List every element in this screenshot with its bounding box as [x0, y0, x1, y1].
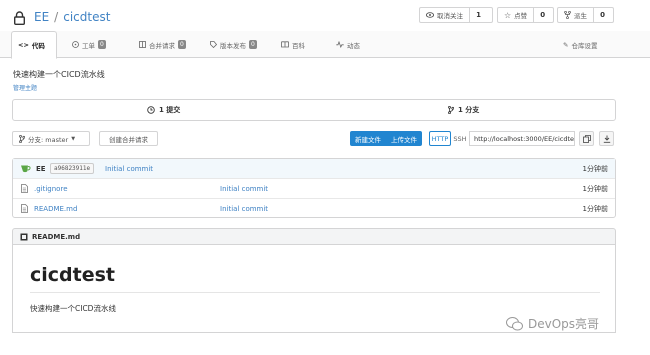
repo-stats-bar: 1 提交 1 分支	[12, 99, 616, 121]
file-icon	[21, 199, 28, 218]
tab-settings[interactable]: ✎ 仓库设置	[557, 31, 603, 58]
tab-pull-requests[interactable]: 合并请求 0	[133, 31, 192, 58]
unwatch-button[interactable]: 取消关注	[420, 8, 469, 22]
star-label: 点赞	[514, 12, 528, 20]
tab-wiki-label: 百科	[292, 41, 305, 50]
caret-down-icon: ▼	[71, 135, 76, 142]
copy-icon	[582, 134, 591, 143]
unwatch-label: 取消关注	[437, 12, 463, 20]
watermark: DevOps亮哥	[506, 315, 599, 332]
file-table: EE a96823911e Initial commit 1分钟前 .gitig…	[12, 158, 616, 218]
star-count[interactable]: 0	[533, 8, 551, 22]
readme-divider	[30, 292, 600, 293]
star-button[interactable]: ☆ 点赞	[498, 8, 533, 22]
tab-activity[interactable]: 动态	[330, 31, 366, 58]
eye-icon	[426, 12, 434, 18]
repo-description: 快速构建一个CICD流水线	[13, 70, 105, 79]
lock-icon	[14, 11, 25, 25]
fork-group: 派生 0	[557, 7, 614, 23]
issue-icon	[72, 41, 79, 48]
file-commit-time: 1分钟前	[582, 204, 608, 213]
issues-count-badge: 0	[98, 40, 106, 49]
branch-icon	[448, 106, 454, 114]
clone-url-input[interactable]: http://localhost:3000/EE/cicdtest.git	[469, 131, 575, 146]
tab-activity-label: 动态	[347, 41, 360, 50]
commit-sha-cell: a96823911e	[50, 159, 95, 178]
book-icon	[281, 41, 289, 48]
pulse-icon	[336, 41, 344, 48]
tab-pull-requests-label: 合并请求	[149, 41, 175, 50]
tab-code[interactable]: <> 代码	[11, 31, 57, 59]
latest-commit-row: EE a96823911e Initial commit 1分钟前	[13, 159, 615, 179]
watch-count[interactable]: 1	[469, 8, 487, 22]
commits-count: 1 提交	[159, 106, 181, 114]
wechat-icon	[506, 316, 523, 330]
file-actions-group: 新建文件 上传文件	[350, 131, 422, 146]
tab-settings-label: 仓库设置	[571, 41, 598, 50]
tab-issues-label: 工单	[82, 41, 95, 50]
tab-wiki[interactable]: 百科	[275, 31, 311, 58]
file-name[interactable]: .gitignore	[34, 179, 68, 198]
code-icon: <>	[18, 41, 29, 49]
readme-title: cicdtest	[30, 264, 115, 286]
fork-icon	[564, 11, 571, 19]
repo-tabbar: <> 代码 工单 0 合并请求 0 版本发布 0 百科 动态 ✎ 仓库设置	[0, 31, 650, 59]
new-pull-request-button[interactable]: 创建合并请求	[99, 131, 158, 146]
file-icon	[21, 179, 28, 198]
branches-stat[interactable]: 1 分支	[448, 100, 479, 120]
tab-releases-label: 版本发布	[220, 41, 246, 50]
tag-icon	[210, 41, 217, 48]
http-toggle[interactable]: HTTP	[429, 131, 451, 146]
pull-requests-count-badge: 0	[178, 40, 186, 49]
file-commit-time: 1分钟前	[582, 184, 608, 193]
branch-icon	[19, 134, 25, 143]
new-file-button[interactable]: 新建文件	[350, 131, 386, 146]
commits-stat[interactable]: 1 提交	[147, 100, 180, 120]
commit-author[interactable]: EE	[36, 159, 46, 178]
manage-topics-link[interactable]: 管理主题	[13, 83, 37, 92]
watch-group: 取消关注 1	[419, 7, 493, 23]
fork-label: 派生	[574, 12, 587, 20]
upload-file-button[interactable]: 上传文件	[386, 131, 422, 146]
ssh-toggle[interactable]: SSH	[452, 131, 468, 146]
fork-count[interactable]: 0	[593, 8, 611, 22]
commit-message[interactable]: Initial commit	[105, 159, 153, 178]
star-group: ☆ 点赞 0	[497, 7, 554, 23]
file-commit-message[interactable]: Initial commit	[220, 199, 268, 218]
branch-label: 分支: master	[28, 135, 69, 144]
readme-filename: README.md	[32, 232, 81, 241]
file-name[interactable]: README.md	[34, 199, 77, 218]
branch-dropdown[interactable]: 分支: master ▼	[12, 131, 90, 146]
owner-link[interactable]: EE	[34, 10, 49, 24]
tab-code-label: 代码	[31, 42, 45, 50]
repo-link[interactable]: cicdtest	[63, 10, 110, 24]
gitea-avatar-icon	[21, 165, 31, 173]
download-icon	[603, 135, 610, 143]
wrench-icon: ✎	[563, 40, 569, 49]
readme-book-icon	[20, 233, 28, 240]
repo-title: EE / cicdtest	[34, 10, 110, 24]
copy-url-button[interactable]	[579, 131, 594, 146]
branches-count: 1 分支	[458, 106, 480, 114]
fork-button[interactable]: 派生	[558, 8, 593, 22]
watermark-text: DevOps亮哥	[528, 317, 600, 331]
star-icon: ☆	[504, 10, 512, 20]
download-button[interactable]	[599, 131, 614, 146]
path-separator: /	[54, 10, 59, 24]
commit-sha[interactable]: a96823911e	[50, 163, 95, 174]
history-icon	[147, 106, 155, 114]
commit-time: 1分钟前	[582, 164, 608, 173]
readme-text: 快速构建一个CICD流水线	[30, 304, 116, 313]
author-avatar[interactable]	[20, 159, 31, 178]
file-row: README.md Initial commit 1分钟前	[13, 199, 615, 219]
file-commit-message[interactable]: Initial commit	[220, 179, 268, 198]
tab-issues[interactable]: 工单 0	[66, 31, 112, 58]
readme-header: README.md	[12, 228, 616, 245]
releases-count-badge: 0	[249, 40, 257, 49]
tab-releases[interactable]: 版本发布 0	[204, 31, 263, 58]
file-row: .gitignore Initial commit 1分钟前	[13, 179, 615, 199]
merge-icon	[139, 41, 146, 48]
